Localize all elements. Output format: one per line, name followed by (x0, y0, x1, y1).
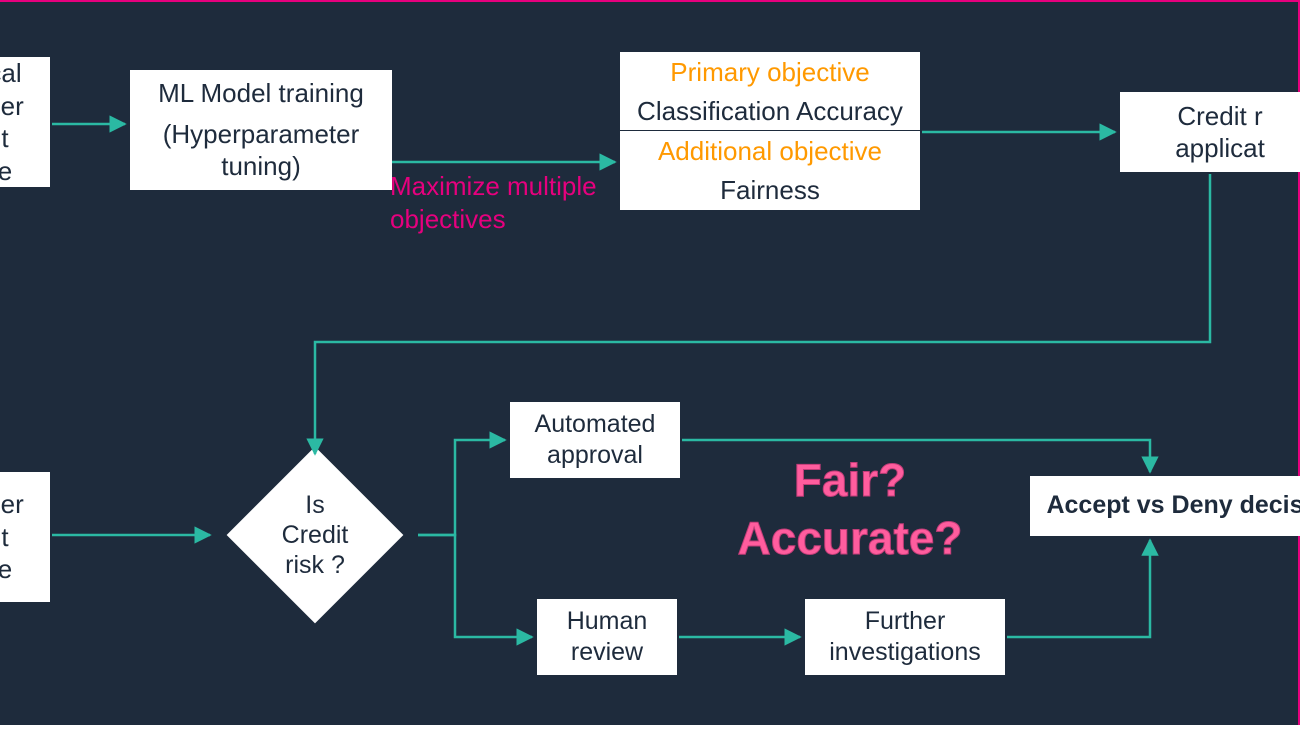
node-credit-application: Credit r applicat (1120, 92, 1300, 172)
text: Human (567, 606, 648, 637)
text: Accept vs Deny decis (1046, 490, 1300, 521)
annotation-fair-accurate: Fair? Accurate? (720, 452, 980, 567)
text: ner (0, 90, 24, 123)
diamond-label: Is Credit risk ? (215, 460, 415, 610)
node-customer-data-2: ner t e (0, 472, 50, 602)
diagram-canvas: cal ner t e ML Model training (Hyperpara… (0, 0, 1300, 725)
text: Automated (535, 409, 656, 440)
text: tuning) (221, 150, 301, 183)
text: Further (865, 606, 946, 637)
text: Credit r (1177, 100, 1262, 133)
edge-label-maximize: Maximize multiple objectives (390, 170, 630, 235)
text: investigations (829, 637, 980, 668)
node-historical-data: cal ner t e (0, 57, 50, 187)
node-ml-training: ML Model training (Hyperparameter tuning… (130, 70, 392, 190)
node-human-review: Human review (537, 599, 677, 675)
additional-objective-value: Fairness (620, 174, 920, 207)
text: (Hyperparameter (163, 118, 360, 151)
text: e (0, 553, 12, 586)
primary-objective-value: Classification Accuracy (620, 95, 920, 128)
text: review (571, 637, 643, 668)
node-further-investigations: Further investigations (805, 599, 1005, 675)
text: e (0, 155, 12, 188)
text: approval (547, 440, 643, 471)
node-automated-approval: Automated approval (510, 402, 680, 478)
additional-objective-label: Additional objective (620, 135, 920, 168)
text: t (1, 122, 8, 155)
text: cal (0, 57, 22, 90)
node-objectives: Primary objective Classification Accurac… (620, 52, 920, 210)
text: ner (0, 488, 24, 521)
text: t (1, 521, 8, 554)
primary-objective-label: Primary objective (620, 56, 920, 89)
text: ML Model training (158, 77, 364, 110)
text: applicat (1175, 132, 1265, 165)
node-decision-credit-risk: Is Credit risk ? (215, 460, 415, 610)
node-final-decision: Accept vs Deny decis (1030, 476, 1300, 536)
